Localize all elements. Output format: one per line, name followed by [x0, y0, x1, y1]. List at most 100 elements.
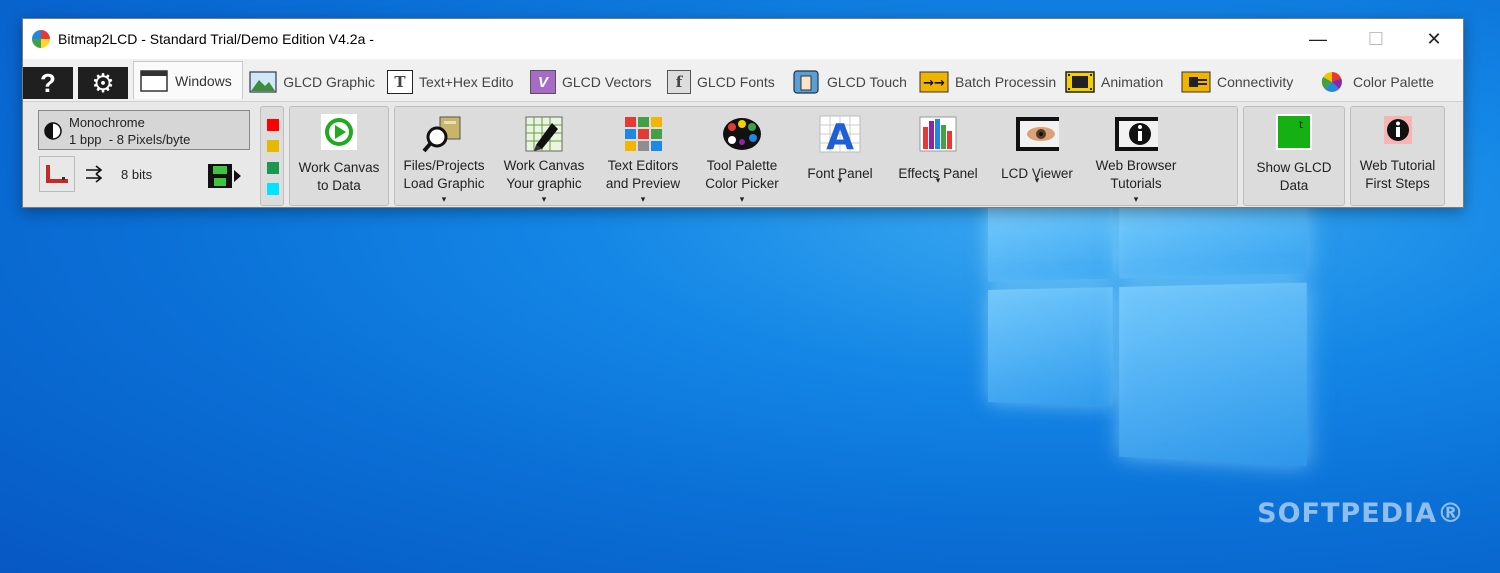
- app-window: Bitmap2LCD - Standard Trial/Demo Edition…: [22, 18, 1464, 208]
- svg-text:→→: →→: [923, 76, 945, 91]
- tab-connectivity[interactable]: Connectivity: [1176, 65, 1312, 99]
- tab-animation[interactable]: Animation: [1060, 65, 1176, 99]
- vector-icon: V: [530, 70, 556, 94]
- minimize-button[interactable]: —: [1289, 19, 1347, 59]
- effects-bars-icon: [916, 115, 960, 153]
- effects-panel-button[interactable]: Effects Panel ▾: [889, 109, 987, 203]
- panels-group: Files/Projects Load Graphic ▾ Work Canva…: [394, 106, 1238, 206]
- button-label: Work Canvas: [298, 160, 380, 175]
- lcd-viewer-button[interactable]: LCD Viewer ▾: [988, 109, 1086, 203]
- swatch-red[interactable]: [267, 119, 279, 131]
- app-icon: [32, 30, 50, 48]
- tab-label: Animation: [1101, 74, 1164, 90]
- tab-label: Text+Hex Edito: [419, 74, 514, 90]
- web-tutorial-button[interactable]: Web Tutorial First Steps: [1351, 109, 1444, 203]
- maximize-button[interactable]: ☐: [1347, 19, 1405, 59]
- color-swatches: [260, 106, 284, 206]
- dropdown-arrow-icon[interactable]: ▾: [641, 194, 646, 205]
- mode-line-2: 1 bpp - 8 Pixels/byte: [69, 132, 191, 147]
- contrast-icon: [44, 122, 62, 140]
- dropdown-arrow-icon[interactable]: ▾: [542, 194, 547, 205]
- logo-pane: [1119, 282, 1307, 467]
- dropdown-arrow-icon[interactable]: ▾: [442, 194, 447, 205]
- close-button[interactable]: ✕: [1405, 19, 1463, 59]
- font-a-icon: A: [818, 115, 862, 153]
- web-browser-button[interactable]: Web Browser Tutorials ▾: [1087, 109, 1185, 205]
- bit-order-toggle[interactable]: [83, 162, 107, 186]
- touch-icon: [791, 70, 821, 94]
- dropdown-arrow-icon[interactable]: ▾: [1134, 194, 1139, 205]
- button-label: Tutorials: [1110, 176, 1162, 191]
- shuffle-arrows-icon: [86, 165, 103, 183]
- help-button[interactable]: ?: [23, 67, 73, 99]
- tab-batch-processing[interactable]: →→ Batch Processin: [914, 65, 1060, 99]
- button-label: to Data: [317, 178, 361, 193]
- paint-palette-icon: [720, 115, 764, 153]
- button-label: Tool Palette: [706, 158, 778, 173]
- bits-label: 8 bits: [121, 167, 153, 182]
- play-icon: [317, 113, 361, 151]
- work-canvas-to-data-button[interactable]: Work Canvas to Data: [290, 109, 388, 203]
- show-glcd-data-button[interactable]: t Show GLCD Data: [1244, 109, 1344, 203]
- files-projects-button[interactable]: Files/Projects Load Graphic ▾: [395, 109, 493, 205]
- text-icon: T: [387, 70, 413, 94]
- button-label: Files/Projects: [403, 158, 485, 173]
- button-label: Your graphic: [506, 176, 582, 191]
- tab-label: GLCD Fonts: [697, 74, 775, 90]
- convert-group: Work Canvas to Data: [289, 106, 389, 206]
- font-panel-button[interactable]: A Font Panel ▾: [791, 109, 889, 203]
- dropdown-arrow-icon[interactable]: ▾: [1035, 175, 1040, 186]
- mode-line-1: Monochrome: [69, 115, 145, 130]
- tutorial-group: Web Tutorial First Steps: [1350, 106, 1445, 206]
- floppy-save-icon: [208, 164, 241, 188]
- tab-color-palette[interactable]: Color Palette: [1312, 65, 1443, 99]
- plug-icon: [1181, 70, 1211, 94]
- question-icon: ?: [40, 67, 56, 98]
- tool-palette-button[interactable]: Tool Palette Color Picker ▾: [693, 109, 791, 205]
- ribbon: Monochrome 1 bpp - 8 Pixels/byte 8 bits: [23, 101, 1463, 207]
- tab-glcd-vectors[interactable]: V GLCD Vectors: [525, 65, 662, 99]
- dropdown-arrow-icon[interactable]: ▾: [740, 194, 745, 205]
- window-icon: [139, 69, 169, 93]
- save-output-button[interactable]: [205, 160, 243, 192]
- tab-label: Batch Processin: [955, 74, 1057, 90]
- gear-icon: ⚙: [91, 67, 115, 98]
- tab-glcd-fonts[interactable]: f GLCD Fonts: [662, 65, 786, 99]
- glcd-data-icon: t: [1272, 113, 1316, 151]
- swatch-cyan[interactable]: [267, 183, 279, 195]
- window-title: Bitmap2LCD - Standard Trial/Demo Edition…: [58, 31, 374, 47]
- lcd-settings-button[interactable]: [39, 156, 75, 192]
- button-label: Data: [1279, 178, 1309, 193]
- batch-icon: →→: [919, 70, 949, 94]
- tab-windows[interactable]: Windows: [133, 61, 243, 99]
- color-grid-icon: [621, 115, 665, 153]
- swatch-yellow[interactable]: [267, 140, 279, 152]
- tab-text-hex-editor[interactable]: T Text+Hex Edito: [382, 65, 525, 99]
- button-label: Work Canvas: [503, 158, 585, 173]
- button-label: Show GLCD: [1256, 160, 1332, 175]
- svg-text:t: t: [1299, 120, 1303, 131]
- dropdown-arrow-icon[interactable]: ▾: [936, 175, 941, 186]
- button-label: First Steps: [1365, 176, 1430, 191]
- tab-glcd-touch[interactable]: GLCD Touch: [786, 65, 914, 99]
- tab-glcd-graphic[interactable]: GLCD Graphic: [243, 65, 382, 99]
- color-mode-selector[interactable]: Monochrome 1 bpp - 8 Pixels/byte: [38, 110, 250, 150]
- settings-button[interactable]: ⚙: [78, 67, 128, 99]
- text-editors-button[interactable]: Text Editors and Preview ▾: [594, 109, 692, 205]
- windows-desktop-logo: [988, 179, 1307, 500]
- magnifier-files-icon: [422, 115, 466, 153]
- title-bar: Bitmap2LCD - Standard Trial/Demo Edition…: [23, 19, 1463, 59]
- work-canvas-button[interactable]: Work Canvas Your graphic ▾: [495, 109, 593, 205]
- button-label: Web Tutorial: [1359, 158, 1436, 173]
- svg-text:A: A: [826, 117, 854, 153]
- swatch-green[interactable]: [267, 162, 279, 174]
- tab-label: Color Palette: [1353, 74, 1434, 90]
- logo-pane: [988, 287, 1113, 406]
- info-screen-icon: [1114, 115, 1158, 153]
- button-label: and Preview: [605, 176, 681, 191]
- dropdown-arrow-icon[interactable]: ▾: [838, 175, 843, 186]
- show-glcd-group: t Show GLCD Data: [1243, 106, 1345, 206]
- info-icon: [1376, 113, 1420, 151]
- font-icon: f: [667, 70, 691, 94]
- tab-label: GLCD Touch: [827, 74, 907, 90]
